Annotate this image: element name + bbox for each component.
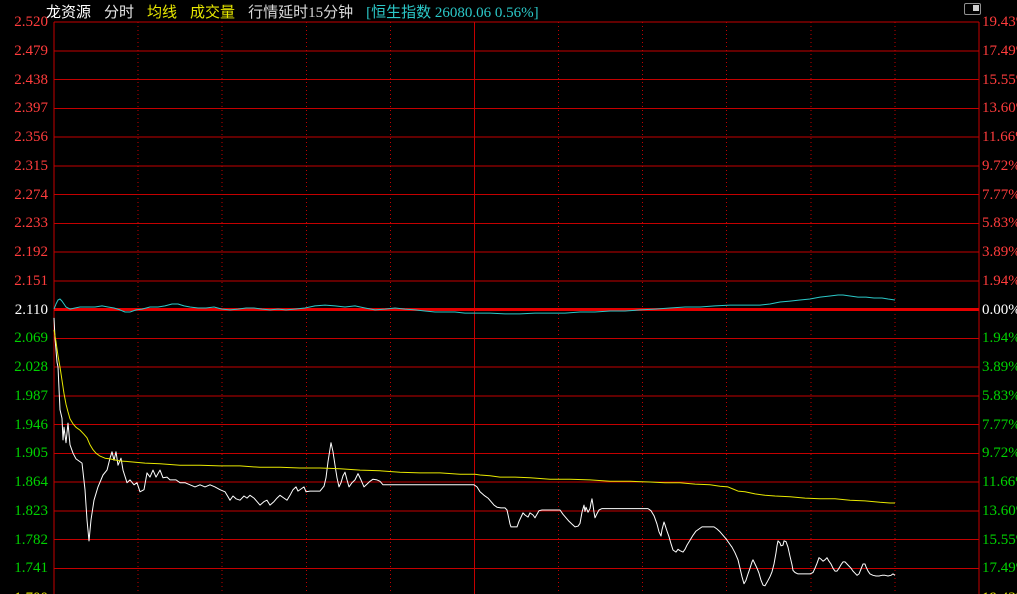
intraday-chart-plot[interactable] <box>0 0 1017 594</box>
price-axis-label: 1.905 <box>0 444 48 462</box>
price-axis-label: 2.069 <box>0 329 48 347</box>
price-axis-label: 1.987 <box>0 387 48 405</box>
price-axis-label: 1.946 <box>0 416 48 434</box>
price-axis-label: 2.110 <box>0 301 48 319</box>
pct-axis-label: 3.89% <box>982 358 1017 376</box>
delay-notice: 行情延时15分钟 <box>248 1 353 22</box>
tab-moving-average[interactable]: 均线 <box>147 1 177 22</box>
pct-axis-label: 1.94% <box>982 272 1017 290</box>
pct-axis-label: 5.83% <box>982 214 1017 232</box>
price-axis-label-partial: 1.700 <box>0 589 48 594</box>
pct-axis-label: 7.77% <box>982 186 1017 204</box>
price-axis-label: 2.028 <box>0 358 48 376</box>
pct-axis-label: 9.72% <box>982 157 1017 175</box>
price-axis-label: 2.397 <box>0 99 48 117</box>
pct-axis-label: 11.66% <box>982 128 1017 146</box>
price-axis-label: 1.864 <box>0 473 48 491</box>
pct-axis-label: 7.77% <box>982 416 1017 434</box>
pct-axis-label: 3.89% <box>982 243 1017 261</box>
price-axis-label: 2.274 <box>0 186 48 204</box>
pct-axis-label: 15.55% <box>982 71 1017 89</box>
pct-axis-label: 1.94% <box>982 329 1017 347</box>
pct-axis-label: 13.60% <box>982 99 1017 117</box>
panel-toggle-icon-fill <box>973 5 979 11</box>
tab-volume[interactable]: 成交量 <box>190 1 235 22</box>
price-axis-label: 2.315 <box>0 157 48 175</box>
tab-intraday[interactable]: 分时 <box>104 1 134 22</box>
price-axis-label: 2.233 <box>0 214 48 232</box>
price-axis-label: 2.151 <box>0 272 48 290</box>
stock-name: 龙资源 <box>46 1 91 22</box>
pct-axis-label: 9.72% <box>982 444 1017 462</box>
chart-header: 龙资源 分时 均线 成交量 行情延时15分钟 [恒生指数 26080.06 0.… <box>46 1 552 21</box>
trading-app-window: 龙资源 分时 均线 成交量 行情延时15分钟 [恒生指数 26080.06 0.… <box>0 0 1017 594</box>
pct-axis-label: 15.55% <box>982 531 1017 549</box>
pct-axis-label: 17.49% <box>982 559 1017 577</box>
pct-axis-label-partial: 19.43% <box>982 589 1017 594</box>
price-axis-label: 1.823 <box>0 502 48 520</box>
pct-axis-label: 11.66% <box>982 473 1017 491</box>
pct-axis-label: 17.49% <box>982 42 1017 60</box>
panel-toggle-icon[interactable] <box>964 3 981 15</box>
pct-axis-label: 19.43% <box>982 13 1017 31</box>
price-axis-label: 2.520 <box>0 13 48 31</box>
hang-seng-index-quote[interactable]: [恒生指数 26080.06 0.56%] <box>366 1 539 22</box>
pct-axis-label: 13.60% <box>982 502 1017 520</box>
price-axis-label: 1.741 <box>0 559 48 577</box>
price-axis-label: 2.356 <box>0 128 48 146</box>
price-axis-label: 2.192 <box>0 243 48 261</box>
pct-axis-label: 0.00% <box>982 301 1017 319</box>
price-axis-label: 1.782 <box>0 531 48 549</box>
pct-axis-label: 5.83% <box>982 387 1017 405</box>
price-axis-label: 2.479 <box>0 42 48 60</box>
price-axis-label: 2.438 <box>0 71 48 89</box>
